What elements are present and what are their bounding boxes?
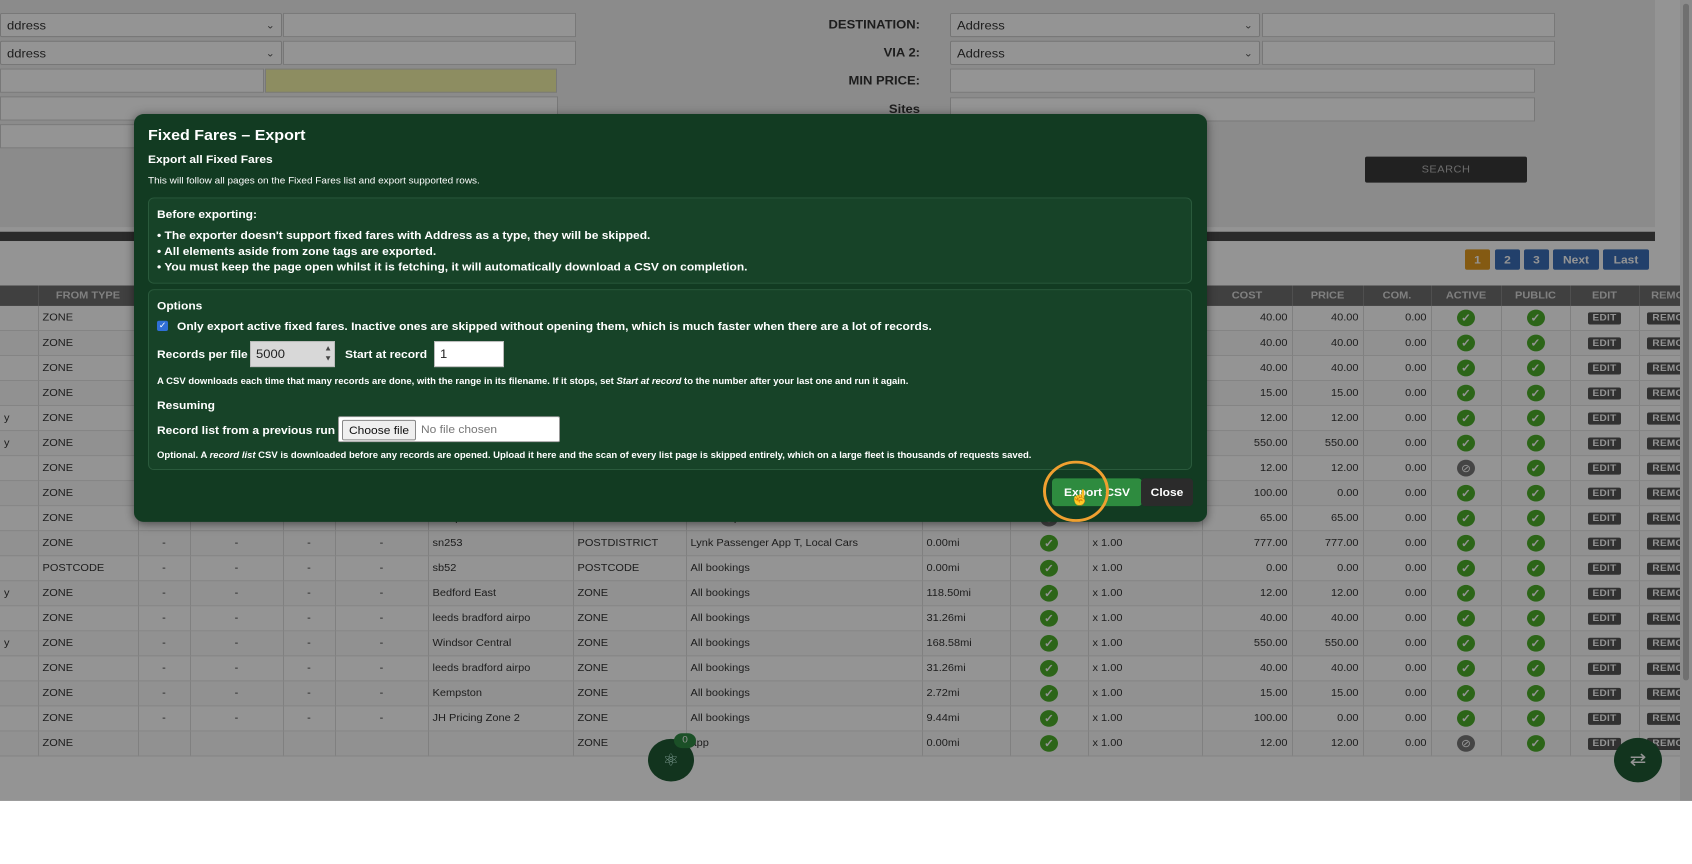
no-file-text: No file chosen [421, 422, 498, 436]
checkmark-icon: ✓ [158, 320, 167, 331]
stepper-icon[interactable]: ▲ ▼ [324, 343, 332, 363]
options-heading: Options [157, 299, 203, 313]
export-modal: Fixed Fares – Export Export all Fixed Fa… [134, 114, 1207, 522]
start-at-input[interactable]: 1 [434, 341, 504, 368]
hand-cursor-icon: ☝ [1070, 490, 1090, 507]
bullet-2: • All elements aside from zone tags are … [157, 244, 437, 258]
modal-description: This will follow all pages on the Fixed … [148, 176, 480, 187]
before-heading: Before exporting: [157, 207, 258, 221]
close-button[interactable]: Close [1141, 478, 1193, 507]
records-per-file-input[interactable]: 5000 ▲ ▼ [250, 341, 335, 368]
choose-file-button[interactable]: Choose file [342, 419, 417, 441]
bullet-1: • The exporter doesn't support fixed far… [157, 228, 651, 242]
records-per-file-label: Records per file [157, 347, 248, 361]
active-only-label: Only export active fixed fares. Inactive… [177, 319, 932, 333]
modal-subtitle: Export all Fixed Fares [148, 152, 273, 166]
start-at-label: Start at record [345, 347, 428, 361]
record-list-label: Record list from a previous run [157, 423, 336, 437]
resuming-heading: Resuming [157, 398, 216, 412]
file-input[interactable]: Choose file No file chosen [338, 416, 560, 443]
active-only-checkbox[interactable]: ✓ [157, 320, 168, 331]
options-panel: Options ✓ Only export active fixed fares… [148, 289, 1192, 470]
modal-title: Fixed Fares – Export [148, 127, 306, 144]
bullet-3: • You must keep the page open whilst it … [157, 260, 748, 274]
csv-note: A CSV downloads each time that many reco… [157, 376, 909, 387]
optional-note: Optional. A record list CSV is downloade… [157, 450, 1032, 461]
before-exporting-panel: Before exporting: • The exporter doesn't… [148, 197, 1192, 284]
